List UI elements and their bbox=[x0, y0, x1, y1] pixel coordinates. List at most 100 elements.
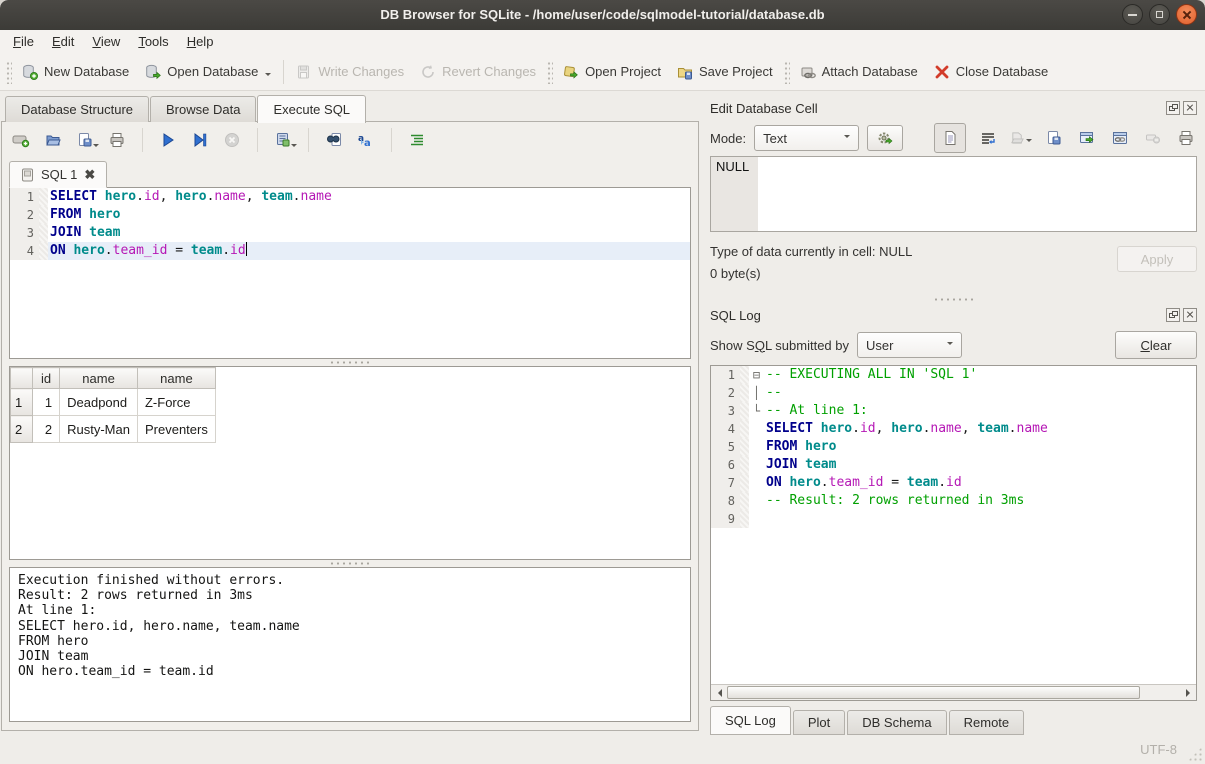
menu-tools[interactable]: Tools bbox=[129, 32, 177, 51]
close-button[interactable] bbox=[1176, 4, 1197, 25]
stop-icon[interactable] bbox=[221, 129, 243, 151]
encoding-indicator[interactable]: UTF-8 bbox=[1140, 742, 1177, 757]
new-database-button[interactable]: New Database bbox=[14, 59, 137, 85]
attach-database-button[interactable]: Attach Database bbox=[792, 59, 926, 85]
save-sql-file-icon[interactable] bbox=[74, 129, 96, 151]
table-cell[interactable]: Z-Force bbox=[137, 389, 215, 416]
open-database-dropdown-icon[interactable] bbox=[265, 73, 271, 79]
dock-tab-remote[interactable]: Remote bbox=[949, 710, 1025, 735]
code-line[interactable]: 3JOIN team bbox=[10, 224, 690, 242]
auto-completion-icon[interactable]: aa bbox=[355, 129, 377, 151]
print-cell-icon[interactable] bbox=[1175, 127, 1197, 149]
word-wrap-icon[interactable] bbox=[977, 127, 999, 149]
import-icon[interactable] bbox=[1010, 127, 1032, 149]
write-changes-button[interactable]: Write Changes bbox=[288, 59, 412, 85]
sql1-tab-close-icon[interactable]: ✖ bbox=[84, 169, 95, 181]
dock-tab-plot[interactable]: Plot bbox=[793, 710, 845, 735]
sql1-tab[interactable]: SQL 1 ✖ bbox=[9, 161, 107, 188]
menu-help[interactable]: Help bbox=[178, 32, 223, 51]
scroll-left-icon[interactable] bbox=[711, 686, 727, 700]
export-icon[interactable] bbox=[1076, 127, 1098, 149]
indentation-icon[interactable] bbox=[406, 129, 428, 151]
table-cell[interactable]: 1 bbox=[33, 389, 60, 416]
save-results-icon[interactable] bbox=[272, 129, 294, 151]
save-icon[interactable] bbox=[1043, 127, 1065, 149]
code-line[interactable]: 5FROM hero bbox=[711, 438, 1196, 456]
menu-view[interactable]: View bbox=[83, 32, 129, 51]
tab-browse-data[interactable]: Browse Data bbox=[150, 96, 256, 122]
float-dock-icon[interactable] bbox=[1166, 308, 1180, 322]
resize-grip[interactable] bbox=[1188, 747, 1202, 761]
column-header[interactable]: name bbox=[60, 368, 138, 389]
sql-editor[interactable]: 1SELECT hero.id, hero.name, team.name2FR… bbox=[9, 187, 691, 359]
toolbar-grip[interactable] bbox=[546, 60, 553, 84]
text-mode-icon[interactable] bbox=[934, 123, 966, 153]
dock-tab-sql-log[interactable]: SQL Log bbox=[710, 706, 791, 735]
column-header[interactable]: id bbox=[33, 368, 60, 389]
splitter-handle[interactable] bbox=[2, 560, 698, 567]
save-sql-dropdown-icon[interactable] bbox=[93, 144, 99, 150]
table-cell[interactable]: Rusty-Man bbox=[60, 416, 138, 443]
dock-splitter-handle[interactable] bbox=[710, 296, 1197, 303]
mode-select[interactable]: Text bbox=[754, 125, 859, 151]
open-project-button[interactable]: Open Project bbox=[555, 59, 669, 85]
scrollbar-thumb[interactable] bbox=[727, 686, 1140, 699]
table-cell[interactable]: 2 bbox=[33, 416, 60, 443]
print-icon[interactable] bbox=[106, 129, 128, 151]
row-number[interactable]: 1 bbox=[11, 389, 33, 416]
code-line[interactable]: 2│-- bbox=[711, 384, 1196, 402]
tab-database-structure[interactable]: Database Structure bbox=[5, 96, 149, 122]
toolbar-grip[interactable] bbox=[783, 60, 790, 84]
apply-button[interactable]: Apply bbox=[1117, 246, 1197, 272]
apply-settings-button[interactable] bbox=[867, 125, 903, 151]
main-tabs: Database Structure Browse Data Execute S… bbox=[0, 94, 702, 122]
clear-button[interactable]: Clear bbox=[1115, 331, 1197, 359]
code-line[interactable]: 2FROM hero bbox=[10, 206, 690, 224]
set-null-icon[interactable] bbox=[1142, 127, 1164, 149]
code-line[interactable]: 9 bbox=[711, 510, 1196, 528]
dock-tab-db-schema[interactable]: DB Schema bbox=[847, 710, 946, 735]
minimize-button[interactable] bbox=[1122, 4, 1143, 25]
code-line[interactable]: 1SELECT hero.id, hero.name, team.name bbox=[10, 188, 690, 206]
table-cell[interactable]: Preventers bbox=[137, 416, 215, 443]
execute-current-line-icon[interactable] bbox=[189, 129, 211, 151]
menu-edit[interactable]: Edit bbox=[43, 32, 83, 51]
splitter-handle[interactable] bbox=[2, 359, 698, 366]
code-line[interactable]: 6JOIN team bbox=[711, 456, 1196, 474]
fold-collapse-icon[interactable]: ⊟ bbox=[749, 366, 764, 384]
code-line[interactable]: 3└-- At line 1: bbox=[711, 402, 1196, 420]
execute-all-icon[interactable] bbox=[157, 129, 179, 151]
find-replace-icon[interactable] bbox=[323, 129, 345, 151]
code-line[interactable]: 1⊟-- EXECUTING ALL IN 'SQL 1' bbox=[711, 366, 1196, 384]
maximize-button[interactable] bbox=[1149, 4, 1170, 25]
open-database-button[interactable]: Open Database bbox=[137, 59, 279, 85]
row-number[interactable]: 2 bbox=[11, 416, 33, 443]
close-dock-icon[interactable] bbox=[1183, 308, 1197, 322]
titlebar[interactable]: DB Browser for SQLite - /home/user/code/… bbox=[0, 0, 1205, 31]
sql-log-view[interactable]: 1⊟-- EXECUTING ALL IN 'SQL 1'2│--3└-- At… bbox=[710, 365, 1197, 701]
code-line[interactable]: 4SELECT hero.id, hero.name, team.name bbox=[711, 420, 1196, 438]
save-project-button[interactable]: Save Project bbox=[669, 59, 781, 85]
code-line[interactable]: 7ON hero.team_id = team.id bbox=[711, 474, 1196, 492]
new-tab-icon[interactable] bbox=[10, 129, 32, 151]
menu-file[interactable]: File bbox=[4, 32, 43, 51]
revert-changes-button[interactable]: Revert Changes bbox=[412, 59, 544, 85]
scroll-right-icon[interactable] bbox=[1180, 686, 1196, 700]
link-icon[interactable] bbox=[1109, 127, 1131, 149]
code-line[interactable]: 4ON hero.team_id = team.id bbox=[10, 242, 690, 260]
execution-message[interactable]: Execution finished without errors. Resul… bbox=[9, 567, 691, 722]
table-cell[interactable]: Deadpond bbox=[60, 389, 138, 416]
tab-execute-sql[interactable]: Execute SQL bbox=[257, 95, 366, 123]
save-results-dropdown-icon[interactable] bbox=[291, 144, 297, 150]
column-header[interactable]: name bbox=[137, 368, 215, 389]
corner-header-cell[interactable] bbox=[11, 368, 33, 389]
close-dock-icon[interactable] bbox=[1183, 101, 1197, 115]
float-dock-icon[interactable] bbox=[1166, 101, 1180, 115]
toolbar-grip[interactable] bbox=[5, 60, 12, 84]
horizontal-scrollbar[interactable] bbox=[711, 684, 1196, 700]
cell-editor[interactable]: NULL bbox=[710, 156, 1197, 232]
open-sql-file-icon[interactable] bbox=[42, 129, 64, 151]
submitted-by-select[interactable]: User bbox=[857, 332, 962, 358]
close-database-button[interactable]: Close Database bbox=[926, 59, 1057, 85]
code-line[interactable]: 8-- Result: 2 rows returned in 3ms bbox=[711, 492, 1196, 510]
